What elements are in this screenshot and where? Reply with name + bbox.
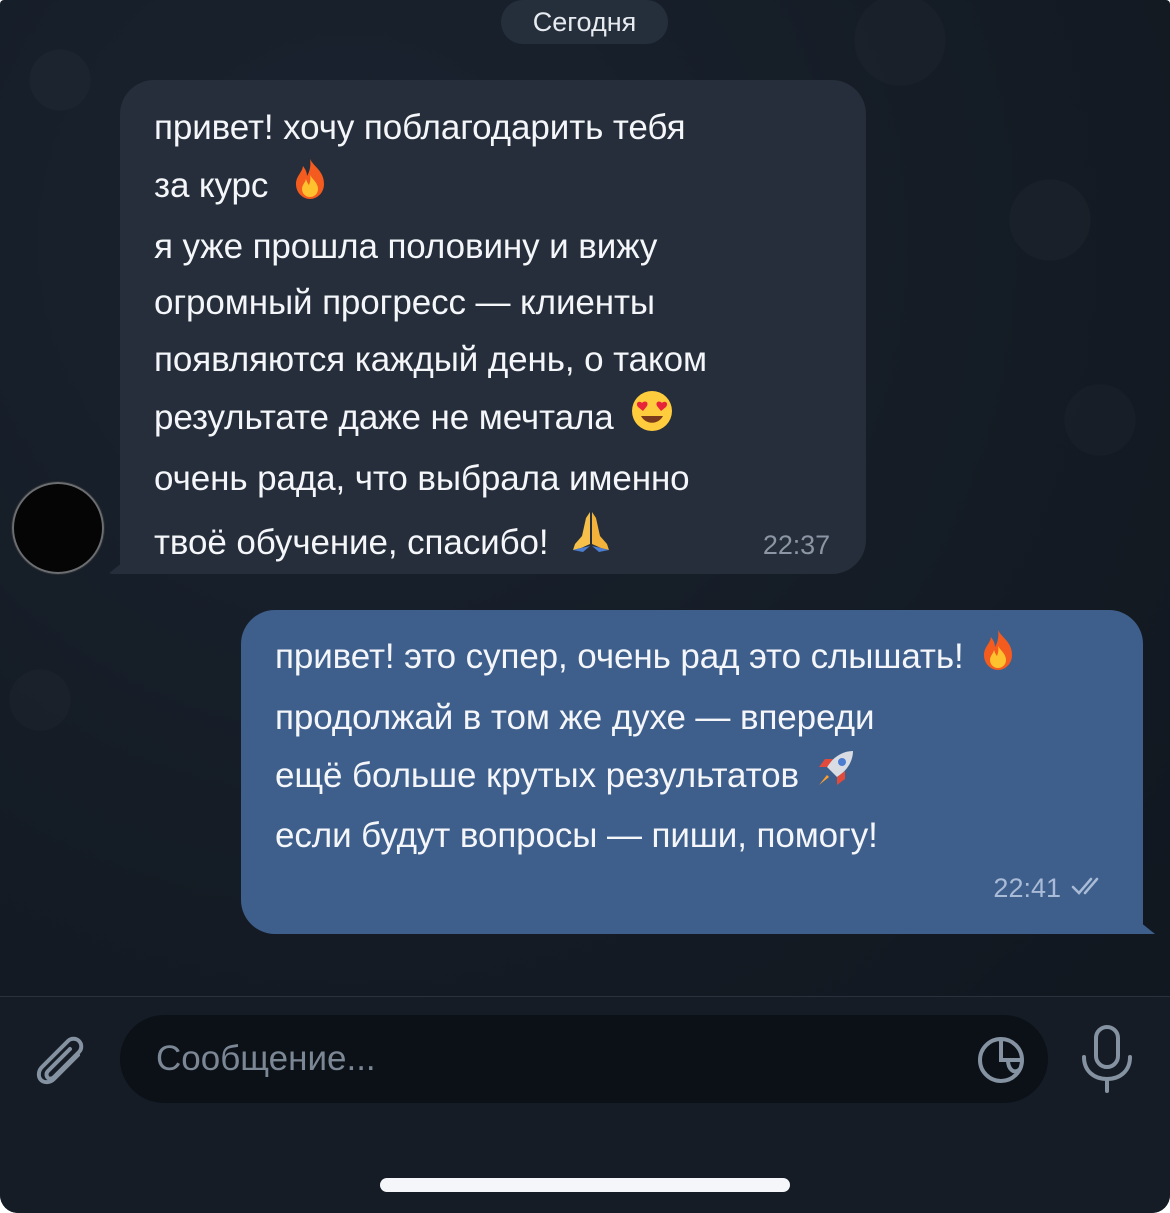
message-line: привет! это супер, очень рад это слышать… (275, 637, 964, 677)
message-line: привет! хочу поблагодарить тебя (154, 108, 686, 147)
date-label: Сегодня (532, 6, 637, 37)
message-input-container (120, 1015, 1048, 1103)
message-line: продолжай в том же духе — впереди (275, 697, 875, 737)
message-line: твоё обучение, спасибо! (154, 522, 549, 562)
message-line: очень рада, что выбрала именно (154, 458, 690, 498)
sticker-icon[interactable] (974, 1033, 1028, 1087)
folded-hands-emoji-icon (569, 508, 613, 572)
message-line-group: за курс (154, 157, 832, 219)
fire-emoji-icon (290, 157, 330, 219)
incoming-message-bubble[interactable]: привет! хочу поблагодарить тебя за курс … (120, 80, 866, 574)
avatar[interactable] (12, 482, 104, 574)
message-line: огромный прогресс — клиенты (154, 283, 655, 323)
message-line: появляются каждый день, о таком (154, 340, 707, 380)
message-line: я уже прошла половину и вижу (154, 226, 658, 266)
message-input[interactable] (154, 1038, 938, 1080)
fire-emoji-icon (978, 628, 1018, 690)
message-line-group: твоё обучение, спасибо! 22:37 (154, 508, 832, 574)
message-line: ещё больше крутых результатов (275, 755, 800, 795)
home-indicator (380, 1178, 790, 1192)
message-line: если будут вопросы — пиши, помогу! (275, 816, 878, 856)
message-line: результате даже не мечтала (154, 398, 614, 438)
message-meta: 22:41 (993, 873, 1111, 904)
paperclip-icon[interactable] (26, 1023, 96, 1093)
message-line-group: результате даже не мечтала (154, 389, 832, 451)
double-check-icon (1071, 873, 1111, 904)
date-separator: Сегодня (501, 0, 668, 44)
message-time: 22:37 (762, 529, 830, 560)
message-line: за курс (154, 165, 269, 205)
heart-eyes-emoji-icon (630, 389, 674, 451)
message-time: 22:41 (993, 873, 1061, 903)
composer-bar (0, 996, 1170, 1213)
microphone-icon[interactable] (1076, 1023, 1138, 1093)
incoming-message-text: привет! хочу поблагодарить тебя за курс … (154, 100, 832, 573)
rocket-emoji-icon (813, 747, 857, 809)
message-line-group: привет! это супер, очень рад это слышать… (275, 628, 1143, 690)
chat-screen: Сегодня привет! хочу поблагодарить тебя … (0, 0, 1170, 1213)
outgoing-message-bubble[interactable]: привет! это супер, очень рад это слышать… (241, 610, 1143, 934)
message-line-group: ещё больше крутых результатов (275, 747, 1143, 809)
outgoing-message-text: привет! это супер, очень рад это слышать… (275, 628, 1143, 865)
